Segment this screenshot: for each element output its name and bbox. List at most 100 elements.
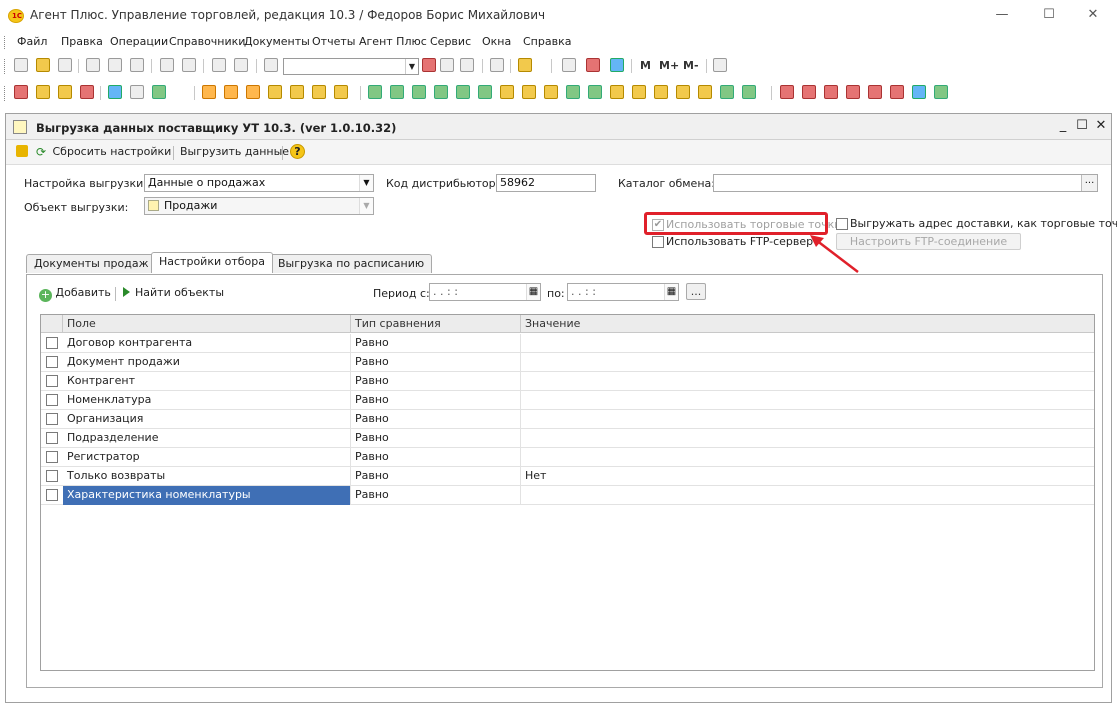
row-checkbox[interactable] — [46, 451, 58, 463]
menu-operations[interactable]: Операции — [110, 35, 168, 48]
exchange-icon[interactable] — [588, 85, 602, 99]
exchange-icon[interactable] — [390, 85, 404, 99]
print-preview-icon[interactable] — [182, 58, 196, 72]
cut-icon[interactable] — [86, 58, 100, 72]
info-icon[interactable] — [518, 58, 532, 72]
row-compare[interactable]: Равно — [351, 448, 521, 467]
row-checkbox[interactable] — [46, 394, 58, 406]
search-icon[interactable] — [264, 58, 278, 72]
exchange-icon[interactable] — [654, 85, 668, 99]
report-icon[interactable] — [334, 85, 348, 99]
exchange-icon[interactable] — [368, 85, 382, 99]
row-compare[interactable]: Равно — [351, 353, 521, 372]
use-ftp-checkbox[interactable] — [652, 236, 664, 248]
grid-header-compare[interactable]: Тип сравнения — [351, 315, 521, 333]
users-icon[interactable] — [610, 58, 624, 72]
table-row[interactable]: Контрагент Равно — [41, 372, 1094, 391]
memory-button[interactable]: M — [640, 59, 651, 72]
object-select[interactable]: Продажи ▼ — [144, 197, 374, 215]
exchange-icon[interactable] — [676, 85, 690, 99]
row-value[interactable]: Нет — [521, 467, 1094, 486]
agent-icon[interactable] — [912, 85, 926, 99]
add-button[interactable]: + Добавить — [39, 286, 111, 302]
document-icon[interactable] — [130, 85, 144, 99]
table-row[interactable]: Номенклатура Равно — [41, 391, 1094, 410]
exchange-icon[interactable] — [544, 85, 558, 99]
row-value[interactable] — [521, 448, 1094, 467]
report-icon[interactable] — [268, 85, 282, 99]
row-compare[interactable]: Равно — [351, 467, 521, 486]
settings-select[interactable]: Данные о продажах ▼ — [144, 174, 374, 192]
menu-help[interactable]: Справка — [523, 35, 571, 48]
report-icon[interactable] — [246, 85, 260, 99]
report-icon[interactable] — [202, 85, 216, 99]
row-value[interactable] — [521, 391, 1094, 410]
calendar-icon[interactable]: ▦ — [526, 284, 540, 300]
menu-windows[interactable]: Окна — [482, 35, 511, 48]
exchange-icon[interactable] — [456, 85, 470, 99]
row-checkbox[interactable] — [46, 356, 58, 368]
document-icon[interactable] — [36, 85, 50, 99]
help-icon[interactable]: ? — [290, 144, 305, 159]
document-icon[interactable] — [108, 85, 122, 99]
document-icon[interactable] — [14, 85, 28, 99]
table-row[interactable]: Характеристика номенклатуры Равно — [41, 486, 1094, 505]
menu-reports[interactable]: Отчеты — [312, 35, 355, 48]
row-compare[interactable]: Равно — [351, 429, 521, 448]
open-folder-icon[interactable] — [36, 58, 50, 72]
agent-icon[interactable] — [802, 85, 816, 99]
exchange-icon[interactable] — [500, 85, 514, 99]
exchange-catalog-input[interactable]: ... — [713, 174, 1098, 192]
menu-service[interactable]: Сервис — [430, 35, 471, 48]
reset-settings-button[interactable]: ⟳ Сбросить настройки — [36, 145, 171, 159]
period-to-input[interactable]: . . : : ▦ — [567, 283, 679, 301]
redo-icon[interactable] — [234, 58, 248, 72]
table-row[interactable]: Документ продажи Равно — [41, 353, 1094, 372]
search-combo-input[interactable]: ▼ — [283, 58, 419, 75]
chevron-down-icon[interactable]: ▼ — [405, 59, 418, 74]
find-previous-icon[interactable] — [460, 58, 474, 72]
tab-filter-settings[interactable]: Настройки отбора — [151, 252, 273, 273]
tools-icon[interactable] — [713, 58, 727, 72]
row-compare[interactable]: Равно — [351, 372, 521, 391]
report-icon[interactable] — [224, 85, 238, 99]
row-value[interactable] — [521, 429, 1094, 448]
table-row[interactable]: Договор контрагента Равно — [41, 334, 1094, 353]
table-row[interactable]: Только возвраты Равно Нет — [41, 467, 1094, 486]
grid-header-field[interactable]: Поле — [63, 315, 351, 333]
minimize-button[interactable]: — — [979, 4, 1025, 26]
row-value[interactable] — [521, 410, 1094, 429]
document-icon[interactable] — [80, 85, 94, 99]
document-icon[interactable] — [58, 85, 72, 99]
agent-icon[interactable] — [890, 85, 904, 99]
tab-scheduled-export[interactable]: Выгрузка по расписанию — [270, 254, 433, 273]
calendar-icon[interactable]: ▦ — [664, 284, 678, 300]
menu-edit[interactable]: Правка — [61, 35, 103, 48]
find-objects-button[interactable]: Найти объекты — [123, 286, 224, 299]
row-checkbox[interactable] — [46, 432, 58, 444]
row-value[interactable] — [521, 334, 1094, 353]
exchange-icon[interactable] — [412, 85, 426, 99]
row-checkbox[interactable] — [46, 470, 58, 482]
copy-icon[interactable] — [108, 58, 122, 72]
form-action-icon[interactable] — [16, 145, 28, 158]
memory-plus-button[interactable]: M+ — [659, 59, 679, 72]
maximize-button[interactable]: ☐ — [1026, 4, 1072, 26]
period-select-button[interactable]: ... — [686, 283, 706, 300]
row-compare[interactable]: Равно — [351, 410, 521, 429]
browse-button[interactable]: ... — [1081, 175, 1097, 191]
report-icon[interactable] — [312, 85, 326, 99]
distributor-code-input[interactable]: 58962 — [496, 174, 596, 192]
agent-icon[interactable] — [824, 85, 838, 99]
save-icon[interactable] — [58, 58, 72, 72]
chevron-down-icon[interactable]: ▼ — [359, 175, 373, 191]
row-value[interactable] — [521, 486, 1094, 505]
table-row[interactable]: Организация Равно — [41, 410, 1094, 429]
agent-icon[interactable] — [780, 85, 794, 99]
agent-icon[interactable] — [846, 85, 860, 99]
exchange-icon[interactable] — [720, 85, 734, 99]
exchange-icon[interactable] — [522, 85, 536, 99]
menu-references[interactable]: Справочники — [169, 35, 245, 48]
export-delivery-checkbox[interactable] — [836, 218, 848, 230]
print-icon[interactable] — [160, 58, 174, 72]
